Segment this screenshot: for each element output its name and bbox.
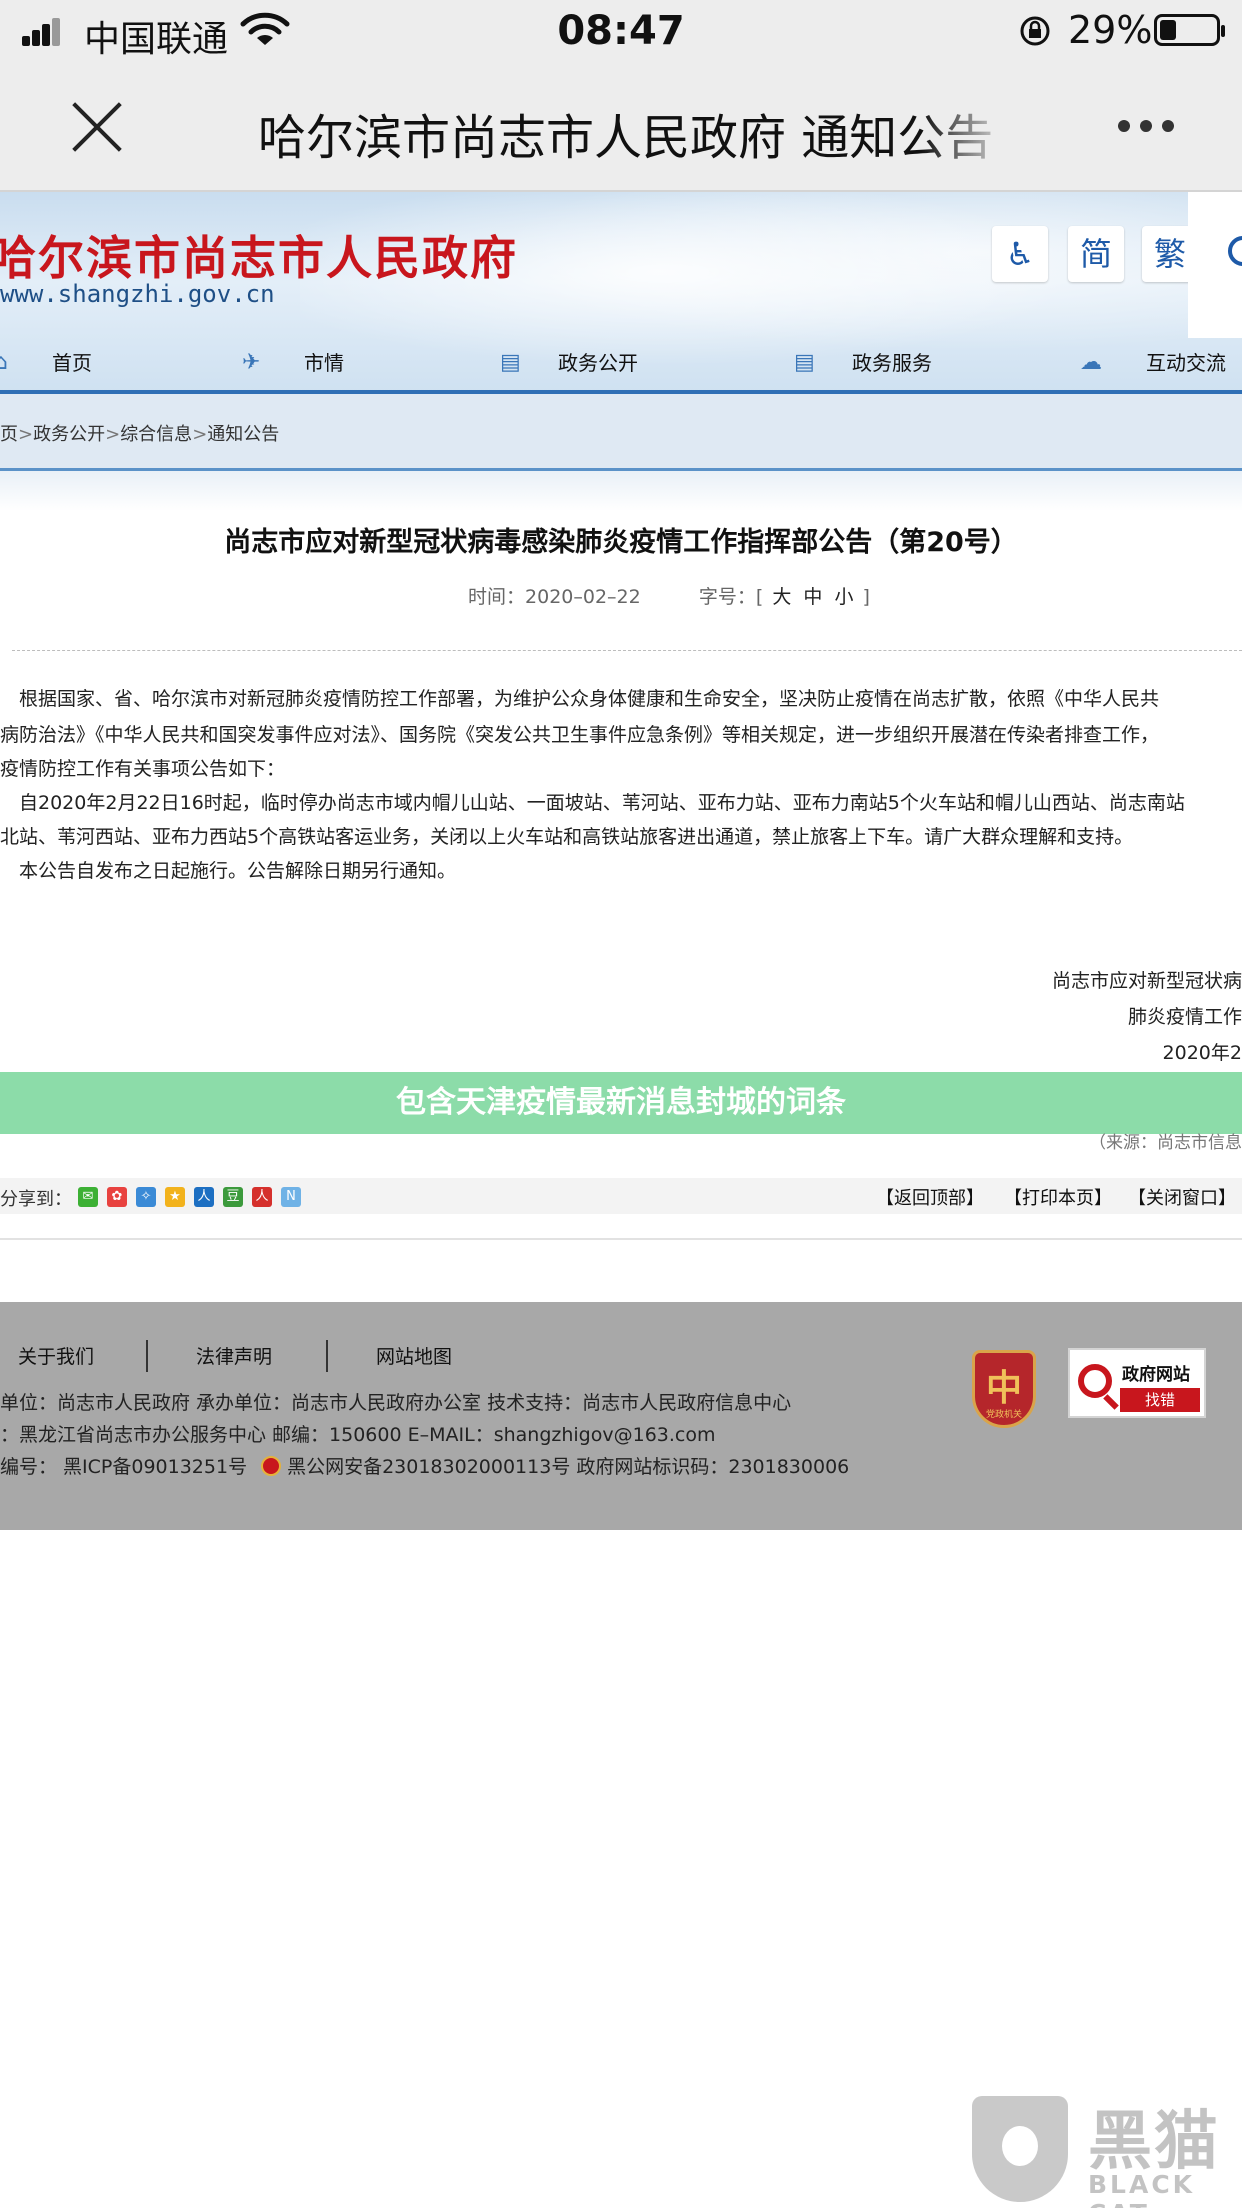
home-icon: ⌂ (0, 350, 8, 375)
magnifier-icon (1078, 1364, 1112, 1398)
party-gov-badge-icon[interactable]: 中 党政机关 (972, 1350, 1036, 1428)
font-size-small-button[interactable]: 小 (834, 586, 853, 608)
status-bar: 中国联通 08:47 29% (0, 0, 1242, 62)
site-url: www.shangzhi.gov.cn (0, 280, 275, 308)
search-panel[interactable] (1188, 192, 1242, 338)
battery-level (1160, 20, 1176, 40)
battery-icon (1154, 14, 1225, 46)
wechat-icon[interactable]: ✉ (78, 1187, 98, 1207)
caption-overlay: 包含天津疫情最新消息封城的词条 (0, 1072, 1242, 1134)
footer-link-legal[interactable]: 法律声明 (196, 1342, 272, 1369)
clock: 08:47 (557, 8, 685, 54)
more-icon[interactable] (1118, 120, 1174, 134)
body-paragraph-line: 根据国家、省、哈尔滨市对新冠肺炎疫情防控工作部署，为维护公众身体健康和生命安全，… (0, 688, 1160, 710)
breadcrumb-item-gov-affairs[interactable]: 政务公开 (33, 424, 105, 445)
police-record[interactable]: 黑公网安备23018302000113号 (287, 1456, 570, 1478)
back-to-top-link[interactable]: 【返回顶部】 (876, 1184, 984, 1210)
document-icon: ▤ (500, 350, 521, 375)
footer-link-about[interactable]: 关于我们 (18, 1342, 94, 1369)
bird-icon: ✈ (242, 350, 261, 375)
gov-site-error-report-badge[interactable]: 政府网站 找错 (1068, 1348, 1206, 1418)
accessibility-icon[interactable]: ♿ (992, 226, 1048, 282)
browser-header: 哈尔滨市尚志市人民政府 通知公告 (0, 62, 1242, 192)
page-title: 哈尔滨市尚志市人民政府 通知公告 (258, 110, 994, 166)
icp-number[interactable]: 编号： 黑ICP备09013251号 (0, 1456, 247, 1478)
simplified-chinese-button[interactable]: 简 (1068, 226, 1124, 282)
tencent-weibo-icon[interactable]: ✧ (136, 1187, 156, 1207)
body-paragraph-line: 北站、苇河西站、亚布力西站5个高铁站客运业务，关闭以上火车站和高铁站旅客进出通道… (0, 826, 1134, 848)
weibo-icon[interactable]: ✿ (107, 1187, 127, 1207)
breadcrumb-item-general-info[interactable]: 综合信息 (120, 424, 192, 445)
body-paragraph-line: 疫情防控工作有关事项公告如下： (0, 758, 286, 780)
signature-line: 2020年2 (1162, 1042, 1242, 1064)
renren-icon[interactable]: 人 (194, 1187, 214, 1207)
police-badge-icon (261, 1456, 282, 1476)
breadcrumb: 页>政务公开>综合信息>通知公告 (0, 424, 280, 445)
search-icon[interactable] (1228, 236, 1242, 266)
footer-registration: 编号： 黑ICP备09013251号 黑公网安备23018302000113号 政… (0, 1452, 849, 1479)
share-label: 分享到： (0, 1189, 72, 1210)
document-icon: ▤ (794, 350, 815, 375)
nav-item-label: 首页 (52, 351, 92, 375)
close-window-link[interactable]: 【关闭窗口】 (1128, 1184, 1236, 1210)
main-nav: ⌂ 首页 ✈ 市情 ▤ 政务公开 ▤ 政务服务 ☁ 互动交流 (0, 338, 1242, 392)
breadcrumb-band: 页>政务公开>综合信息>通知公告 (0, 394, 1242, 470)
nav-item-label: 互动交流 (1146, 351, 1226, 375)
print-page-link[interactable]: 【打印本页】 (1004, 1184, 1112, 1210)
qzone-icon[interactable]: ★ (165, 1187, 185, 1207)
article-meta: 时间：2020–02–22 字号：[ 大 中 小 ] (468, 586, 870, 608)
signature-line: 尚志市应对新型冠状病 (1051, 970, 1242, 992)
article-source: （来源：尚志市信息 (1089, 1133, 1242, 1153)
black-cat-watermark: 黑猫 BLACK CAT (972, 2090, 1242, 2208)
font-size-large-button[interactable]: 大 (772, 586, 791, 608)
font-size-medium-button[interactable]: 中 (803, 586, 822, 608)
chat-icon: ☁ (1080, 350, 1102, 375)
footer-link-sitemap[interactable]: 网站地图 (376, 1342, 452, 1369)
site-code: 政府网站标识码：2301830006 (570, 1456, 850, 1478)
nav-item-label: 政务服务 (852, 351, 932, 375)
article-divider (12, 650, 1242, 651)
body-paragraph-line: 本公告自发布之日起施行。公告解除日期另行通知。 (0, 860, 457, 882)
cat-logo-icon (972, 2096, 1068, 2202)
footer-address: ：黑龙江省尚志市办公服务中心 邮编：150600 E–MAIL：shangzhi… (0, 1424, 716, 1446)
signature-line: 肺炎疫情工作 (1127, 1006, 1242, 1028)
people-icon[interactable]: 人 (252, 1187, 272, 1207)
article-title: 尚志市应对新型冠状病毒感染肺炎疫情工作指挥部公告（第20号） (224, 527, 1018, 558)
battery-percent: 29% (1068, 8, 1153, 52)
nav-item-label: 市情 (304, 351, 344, 375)
nav-item-label: 政务公开 (558, 351, 638, 375)
body-paragraph-line: 病防治法》《中华人民共和国突发事件应对法》、国务院《突发公共卫生事件应急条例》等… (0, 724, 1160, 746)
share-bar: 分享到： ✉ ✿ ✧ ★ 人豆人 N 【返回顶部】 【打印本页】 【关闭窗口】 (0, 1178, 1242, 1214)
rotation-lock-icon (1020, 16, 1050, 46)
breadcrumb-item-home[interactable]: 页 (0, 424, 18, 445)
share-divider (0, 1238, 1242, 1240)
other-share-icon[interactable]: N (281, 1187, 301, 1207)
douban-icon[interactable]: 豆 (223, 1187, 243, 1207)
close-icon[interactable] (68, 98, 126, 156)
breadcrumb-item-notices[interactable]: 通知公告 (207, 424, 279, 445)
site-logo-text[interactable]: 哈尔滨市尚志市人民政府 (0, 222, 518, 288)
footer: 关于我们 法律声明 网站地图 单位：尚志市人民政府 承办单位：尚志市人民政府办公… (0, 1302, 1242, 1530)
footer-organizer: 单位：尚志市人民政府 承办单位：尚志市人民政府办公室 技术支持：尚志市人民政府信… (0, 1392, 792, 1414)
body-paragraph-line: 自2020年2月22日16时起，临时停办尚志市域内帽儿山站、一面坡站、苇河站、亚… (0, 792, 1185, 814)
publish-date: 2020–02–22 (525, 586, 641, 608)
